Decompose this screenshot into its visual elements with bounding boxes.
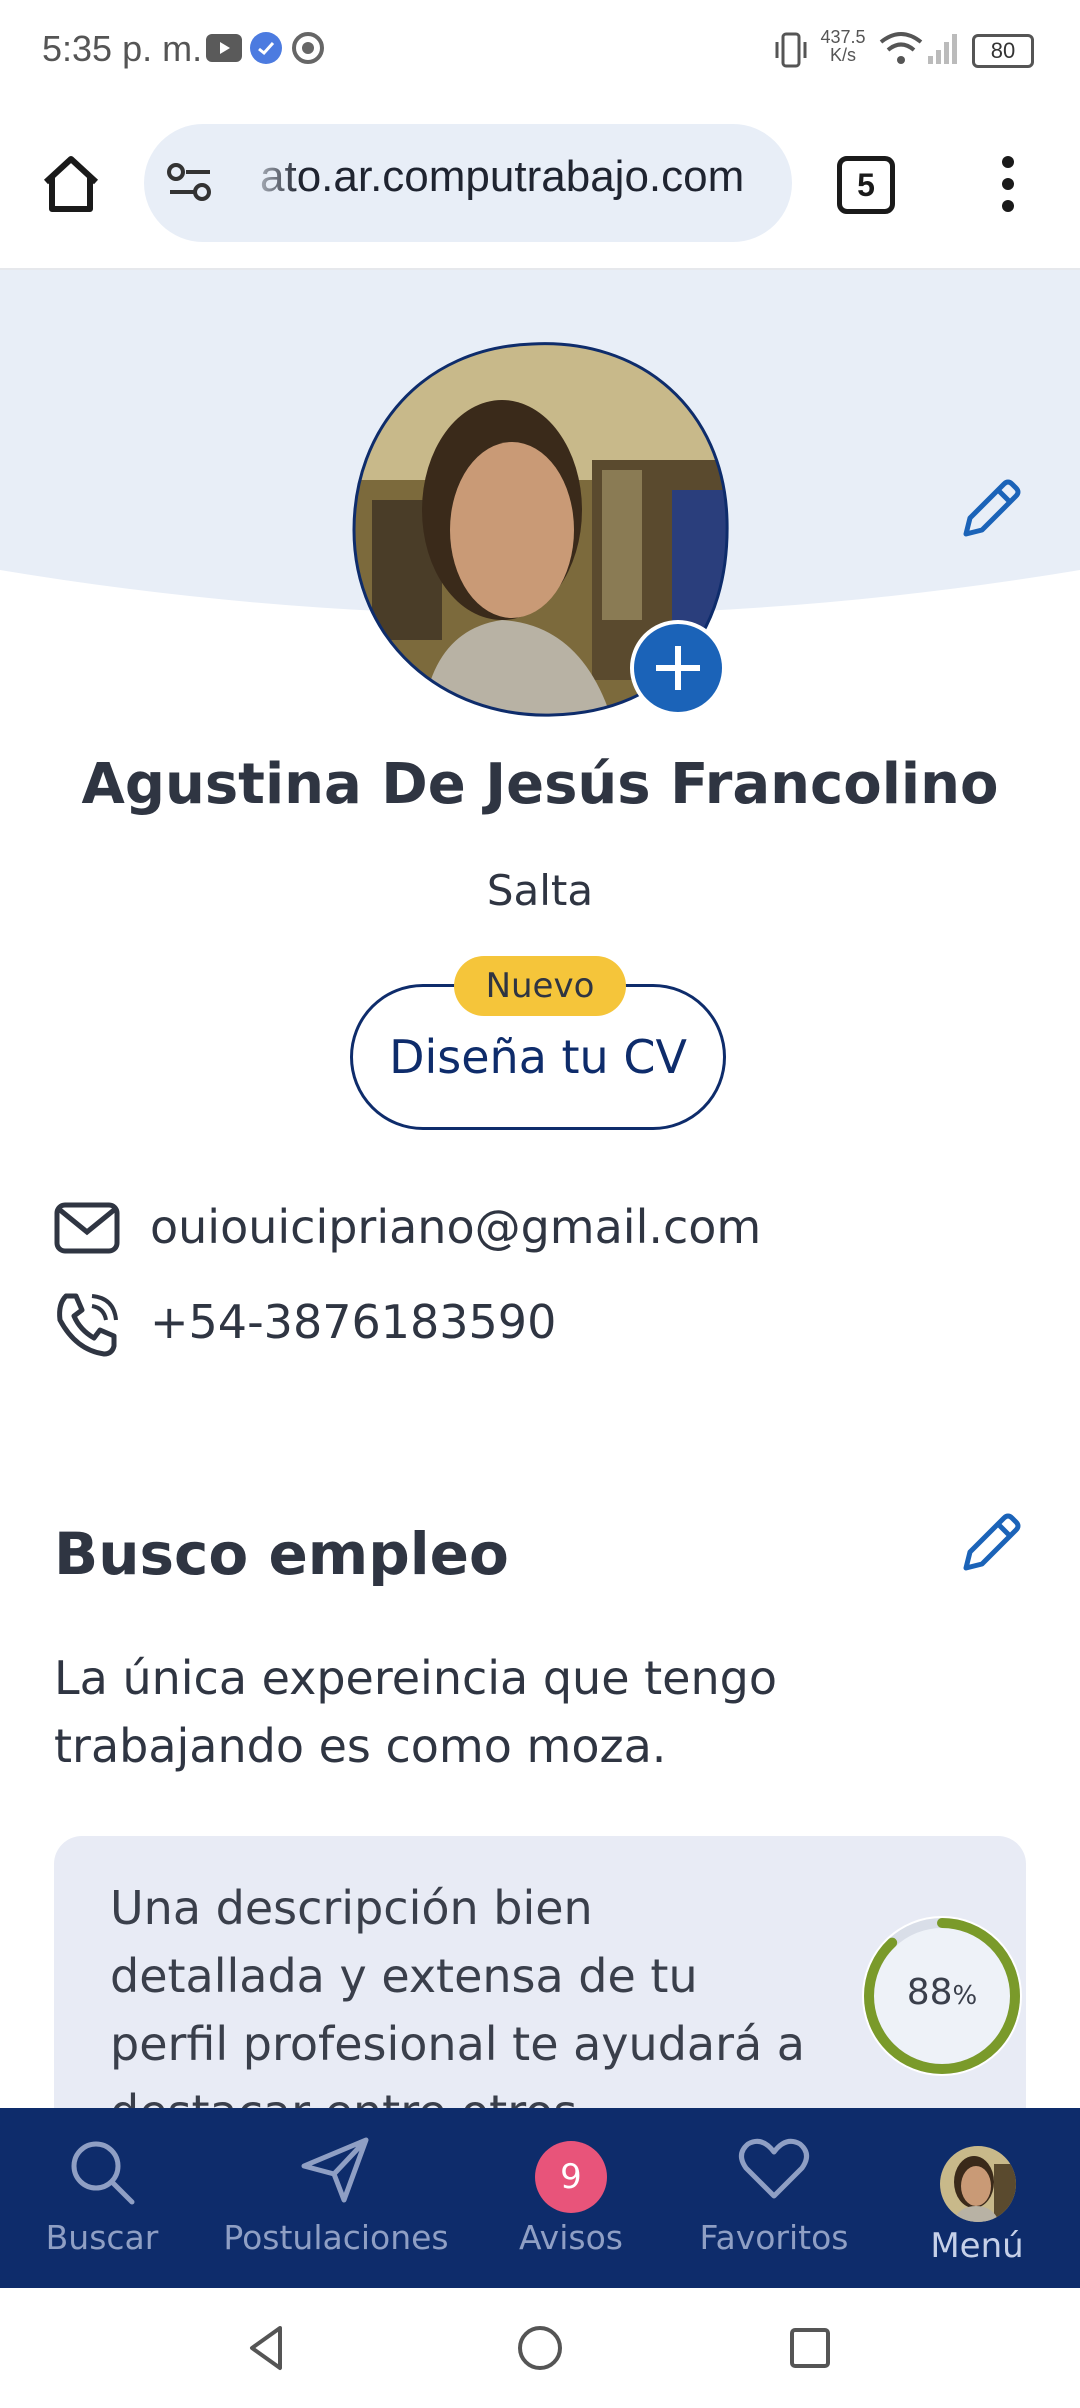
signal-icon — [928, 34, 957, 64]
home-circle-icon[interactable] — [516, 2324, 564, 2372]
wifi-icon — [879, 32, 923, 64]
status-bar: 5:35 p. m. 437.5 K/s 80 — [0, 0, 1080, 100]
notification-count-badge: 9 — [535, 2141, 607, 2213]
back-icon[interactable] — [246, 2324, 286, 2372]
profile-email[interactable]: ouiouicipriano@gmail.com — [150, 1200, 761, 1254]
completion-value: 88% — [906, 1972, 978, 2013]
messenger-notification-icon — [250, 32, 282, 64]
nav-postulaciones[interactable]: Postulaciones — [204, 2108, 468, 2288]
add-photo-button[interactable] — [630, 620, 726, 716]
nav-favoritos[interactable]: Favoritos — [674, 2108, 874, 2288]
phone-icon — [57, 1293, 118, 1357]
status-time: 5:35 p. m. — [42, 28, 203, 69]
vibrate-icon — [775, 32, 807, 68]
network-speed: 437.5 K/s — [820, 27, 866, 65]
url-bar[interactable]: ato.ar.computrabajo.com — [144, 124, 792, 242]
send-icon — [301, 2137, 369, 2203]
email-icon — [54, 1202, 120, 1254]
edit-profile-pencil-icon[interactable] — [956, 474, 1026, 544]
bottom-navigation: Buscar Postulaciones Avisos 9 Favoritos … — [0, 2108, 1080, 2288]
section-body: La única expereincia que tengo trabajand… — [54, 1651, 777, 1773]
edit-section-pencil-icon[interactable] — [956, 1508, 1026, 1578]
more-options-icon[interactable] — [996, 154, 1020, 214]
section-title: Busco empleo — [54, 1520, 509, 1588]
youtube-notification-icon — [206, 34, 242, 62]
profile-city: Salta — [486, 866, 594, 915]
heart-icon — [739, 2138, 809, 2199]
browser-toolbar: ato.ar.computrabajo.com 5 — [0, 100, 1080, 270]
site-settings-icon[interactable] — [166, 160, 214, 204]
chrome-notification-icon — [292, 32, 324, 64]
nav-menu[interactable]: Menú — [874, 2108, 1080, 2288]
menu-avatar — [940, 2146, 1016, 2222]
home-icon[interactable] — [40, 154, 102, 214]
battery-indicator: 80 — [972, 34, 1034, 68]
search-icon — [71, 2141, 135, 2205]
nav-buscar[interactable]: Buscar — [0, 2108, 204, 2288]
tip-text: Una descripción bien detallada y extensa… — [110, 1881, 805, 2139]
recents-icon[interactable] — [788, 2326, 832, 2370]
tab-switcher-button[interactable]: 5 — [837, 156, 895, 214]
profile-completion-ring: 88% — [858, 1912, 1026, 2080]
profile-phone[interactable]: +54-3876183590 — [150, 1295, 556, 1349]
new-badge: Nuevo — [454, 956, 626, 1016]
url-fade — [240, 124, 300, 242]
url-text[interactable]: ato.ar.computrabajo.com — [260, 152, 744, 202]
system-navigation-bar — [0, 2288, 1080, 2408]
profile-name: Agustina De Jesús Francolino — [81, 752, 999, 817]
